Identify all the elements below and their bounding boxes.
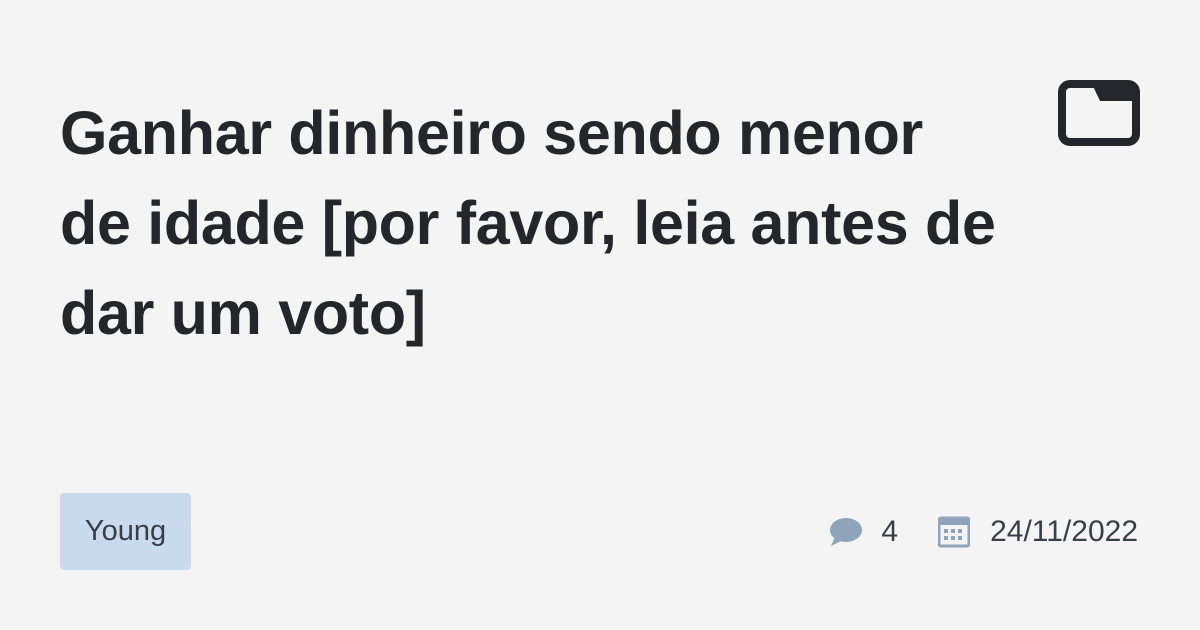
folder-icon — [1058, 80, 1140, 146]
comment-icon — [829, 516, 863, 548]
post-date: 24/11/2022 — [990, 515, 1138, 548]
tag-badge[interactable]: Young — [60, 493, 191, 570]
calendar-icon — [938, 516, 971, 548]
post-meta: 4 24/11/2022 — [829, 508, 1138, 556]
post-title[interactable]: Ganhar dinheiro sendo menor de idade [po… — [60, 88, 1000, 358]
comment-count[interactable]: 4 — [881, 515, 898, 549]
